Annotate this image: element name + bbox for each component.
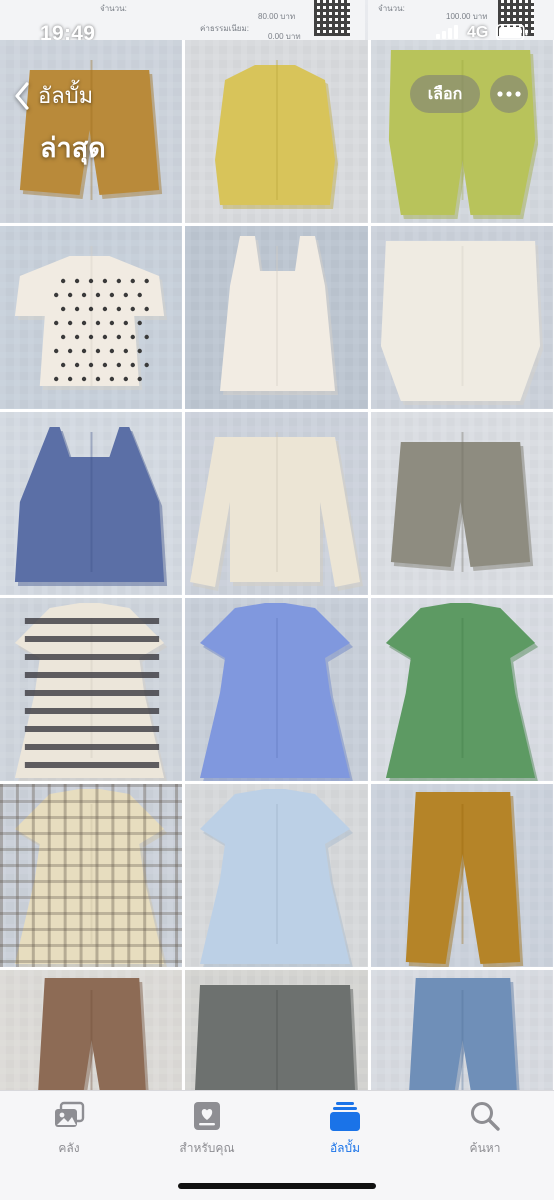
albums-icon [330,1102,360,1131]
network-type: 4G [467,24,489,40]
tab-label: อัลบั้ม [329,1141,361,1155]
photo-khaki-shorts[interactable] [371,412,553,595]
receipt-row-amount: จำนวน: [100,4,127,13]
photo-thumbnail-image [0,226,182,409]
receipt-value-amount: 100.00 บาท [446,12,488,21]
select-button[interactable]: เลือก [410,75,480,113]
receipt-row-fee: ค่าธรรมเนียม: [200,24,249,33]
page-title: ล่าสุด [40,133,106,164]
search-icon [471,1102,500,1131]
photo-thumbnail-image [185,598,368,781]
photo-thumbnail-image [371,784,553,967]
photo-white-jacket[interactable] [371,226,553,409]
photo-thumbnail-image [0,784,182,967]
photo-thumbnail-image [371,598,553,781]
tab-label: คลัง [58,1141,80,1155]
qr-code-icon [314,0,350,36]
tab-albums[interactable]: อัลบั้ม [290,1099,400,1159]
photos-app-screen: จำนวน: 80.00 บาท ค่าธรรมเนียม: 0.00 บาท … [0,0,554,1200]
back-label: อัลบั้ม [38,84,94,109]
photo-thumbnail-image [371,970,553,1090]
ellipsis-icon [497,91,521,97]
photo-striped-dress[interactable] [0,598,182,781]
chevron-left-icon [15,81,29,110]
photo-grid [0,40,554,1090]
photo-green-dress[interactable] [371,598,553,781]
receipt-row-amount: จำนวน: [378,4,405,13]
photo-thumbnail-image [185,412,368,595]
home-indicator [178,1183,376,1189]
photo-polka-dot-blouse[interactable] [0,226,182,409]
photo-thumbnail-image [0,970,182,1090]
photo-thumbnail-image [185,784,368,967]
photo-thumbnail-image [371,226,553,409]
photo-denim-jeans[interactable] [371,970,553,1090]
status-time: 19:49 [40,22,96,40]
receipt-value-fee: 0.00 บาท [268,32,301,40]
photo-brown-pants[interactable] [0,970,182,1090]
photo-green-gingham-set[interactable] [371,40,553,223]
receipt-value-amount: 80.00 บาท [258,12,296,21]
tab-for-you[interactable]: สำหรับคุณ [152,1099,262,1159]
photo-thumbnail-image [0,598,182,781]
back-button[interactable]: อัลบั้ม [14,78,93,113]
photos-icon [55,1101,85,1127]
tab-label: สำหรับคุณ [179,1141,235,1155]
for-you-icon [194,1102,220,1130]
photo-blue-camisole[interactable] [0,412,182,595]
photo-yellow-crop-top[interactable] [185,40,368,223]
photo-thumbnail-image [0,412,182,595]
photo-white-tank-top[interactable] [185,226,368,409]
battery-icon [496,24,528,40]
tab-library[interactable]: คลัง [14,1099,124,1159]
photo-grey-jumpsuit[interactable] [185,970,368,1090]
tab-label: ค้นหา [469,1141,501,1155]
photo-cream-lace-blouse[interactable] [185,412,368,595]
status-bar: จำนวน: 80.00 บาท ค่าธรรมเนียม: 0.00 บาท … [0,0,554,40]
photo-floral-blue-dress[interactable] [185,784,368,967]
photo-plaid-dress[interactable] [0,784,182,967]
photo-thumbnail-image [371,412,553,595]
photo-thumbnail-image [185,226,368,409]
photo-thumbnail-image [185,970,368,1090]
photo-mustard-pants[interactable] [371,784,553,967]
photo-thumbnail-image [371,40,553,223]
photo-thumbnail-image [185,40,368,223]
more-options-button[interactable] [490,75,528,113]
tab-search[interactable]: ค้นหา [430,1099,540,1159]
cellular-signal-icon [436,25,458,39]
photo-periwinkle-dress[interactable] [185,598,368,781]
